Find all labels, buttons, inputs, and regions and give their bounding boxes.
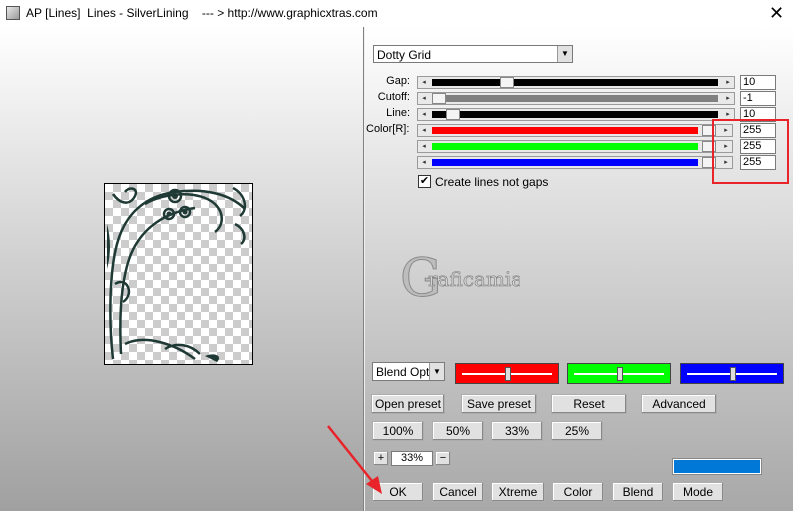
gap-value-field[interactable]: 10 xyxy=(740,75,776,90)
highlight-annotation xyxy=(712,119,789,184)
color-g-slider-fill xyxy=(432,143,698,150)
xtreme-button[interactable]: Xtreme xyxy=(491,482,545,502)
save-preset-button[interactable]: Save preset xyxy=(461,394,537,414)
swatch-knob[interactable] xyxy=(617,367,623,381)
chevron-down-icon: ▼ xyxy=(429,363,444,380)
zoom-out-button[interactable]: − xyxy=(435,451,451,466)
zoom-25-button[interactable]: 25% xyxy=(551,421,603,441)
color-r-slider[interactable]: ◂ ▸ xyxy=(417,124,733,137)
chevron-down-icon: ▼ xyxy=(557,46,572,62)
swatch-knob[interactable] xyxy=(730,367,736,381)
cutoff-slider[interactable]: ◂ ▸ xyxy=(417,92,735,105)
arrow-left-icon[interactable]: ◂ xyxy=(418,93,430,104)
reset-button[interactable]: Reset xyxy=(551,394,627,414)
window-title: AP [Lines] Lines - SilverLining --- > ht… xyxy=(26,6,378,20)
gap-label: Gap: xyxy=(386,75,410,87)
color-swatch-slider[interactable] xyxy=(455,363,559,384)
red-arrow-annotation xyxy=(327,425,382,494)
create-lines-checkbox[interactable]: ✔ xyxy=(418,175,431,188)
swatch-knob[interactable] xyxy=(505,367,511,381)
cutoff-slider-fill xyxy=(432,95,718,102)
app-icon xyxy=(6,6,20,20)
effect-select-value: Dotty Grid xyxy=(377,48,432,62)
color-button[interactable]: Color xyxy=(552,482,604,502)
color-b-slider[interactable]: ◂ ▸ xyxy=(417,156,733,169)
cancel-button[interactable]: Cancel xyxy=(432,482,484,502)
line-slider-fill xyxy=(432,111,718,118)
zoom-value-field[interactable]: 33% xyxy=(391,451,433,466)
watermark-text: raficamia xyxy=(428,267,520,291)
color-g-slider[interactable]: ◂ ▸ xyxy=(417,140,733,153)
effect-select[interactable]: Dotty Grid ▼ xyxy=(373,45,573,63)
arrow-left-icon[interactable]: ◂ xyxy=(418,125,430,136)
blend-select-value: Blend Opti xyxy=(376,365,433,379)
color-r-label: Color[R]: xyxy=(366,123,410,135)
arrow-right-icon[interactable]: ▸ xyxy=(722,93,734,104)
preview-image xyxy=(104,183,253,365)
ornament-frame-image xyxy=(107,186,247,362)
advanced-button[interactable]: Advanced xyxy=(641,394,717,414)
close-button[interactable]: ✕ xyxy=(760,0,793,27)
create-lines-label: Create lines not gaps xyxy=(435,175,549,189)
color-swatch-slider[interactable] xyxy=(680,363,784,384)
arrow-left-icon[interactable]: ◂ xyxy=(418,157,430,168)
gap-slider-thumb[interactable] xyxy=(500,77,514,88)
blend-select[interactable]: Blend Opti ▼ xyxy=(372,362,445,381)
arrow-right-icon[interactable]: ▸ xyxy=(722,77,734,88)
gap-slider[interactable]: ◂ ▸ xyxy=(417,76,735,89)
line-label: Line: xyxy=(386,107,410,119)
blend-button[interactable]: Blend xyxy=(612,482,664,502)
arrow-left-icon[interactable]: ◂ xyxy=(418,109,430,120)
arrow-left-icon[interactable]: ◂ xyxy=(418,77,430,88)
cutoff-label: Cutoff: xyxy=(377,91,410,103)
title-bar: AP [Lines] Lines - SilverLining --- > ht… xyxy=(0,0,793,27)
color-r-slider-fill xyxy=(432,127,698,134)
preview-color-bar xyxy=(672,458,762,475)
zoom-33-button[interactable]: 33% xyxy=(491,421,543,441)
color-swatch-slider[interactable] xyxy=(567,363,671,384)
zoom-50-button[interactable]: 50% xyxy=(432,421,484,441)
cutoff-value-field[interactable]: -1 xyxy=(740,91,776,106)
line-slider[interactable]: ◂ ▸ xyxy=(417,108,735,121)
watermark-logo: G raficamia xyxy=(400,248,524,318)
mode-button[interactable]: Mode xyxy=(672,482,724,502)
preview-pane xyxy=(0,27,363,511)
arrow-left-icon[interactable]: ◂ xyxy=(418,141,430,152)
color-b-slider-fill xyxy=(432,159,698,166)
open-preset-button[interactable]: Open preset xyxy=(371,394,445,414)
line-slider-thumb[interactable] xyxy=(445,109,460,120)
gap-slider-fill xyxy=(432,79,718,86)
cutoff-slider-thumb[interactable] xyxy=(432,93,446,104)
